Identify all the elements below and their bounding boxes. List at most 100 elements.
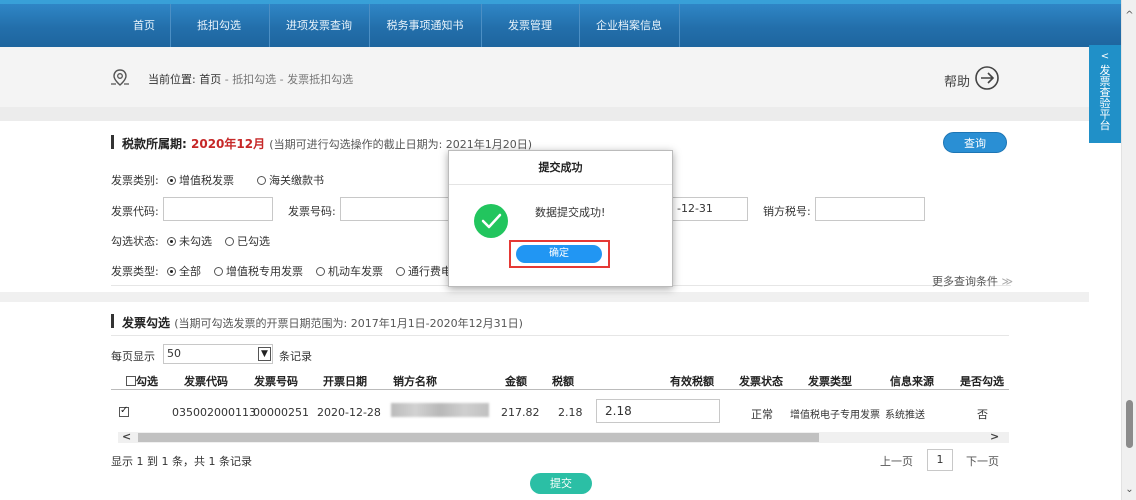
radio-checked[interactable]: 已勾选 [225,233,270,249]
cell-invoice-code: 035002000113 [172,406,256,419]
query-button[interactable]: 查询 [943,132,1007,153]
radio-button[interactable] [396,267,405,276]
radio-unchecked[interactable]: 未勾选 [167,233,212,249]
col-status: 发票状态 [739,375,783,388]
seller-tax-id-input[interactable] [815,197,925,221]
period-label: 税款所属期: [122,137,187,151]
success-dialog: 提交成功 数据提交成功! 确定 [448,150,673,287]
ok-button-highlight: 确定 [509,240,610,268]
check-status-label: 勾选状态: [111,235,159,248]
nav-item-company-profile[interactable]: 企业档案信息 [580,4,678,47]
radio-button[interactable] [167,176,176,185]
table-row[interactable]: 035002000113 00000251 2020-12-28 217.82 … [111,399,1009,425]
dialog-title: 提交成功 [449,151,672,185]
radio-type-vehicle[interactable]: 机动车发票 [316,263,383,279]
radio-label: 已勾选 [237,235,270,248]
radio-button[interactable] [225,237,234,246]
radio-button[interactable] [167,267,176,276]
radio-label: 海关缴款书 [269,174,324,187]
breadcrumb-separator: - [221,73,233,86]
cell-issue-date: 2020-12-28 [317,406,381,419]
double-chevron-down-icon: ≫ [1001,275,1014,288]
radio-label: 全部 [179,265,201,278]
help-link[interactable]: 帮助 [944,71,970,90]
page-number-button[interactable]: 1 [927,449,953,471]
side-tab-label: 发票查验平台 [1099,64,1111,132]
prev-page-button[interactable]: 上一页 [880,453,913,469]
success-check-icon [474,204,508,238]
radio-label: 机动车发票 [328,265,383,278]
invoice-code-input[interactable] [163,197,273,221]
row-checkbox[interactable] [119,405,129,419]
nav-item-home[interactable]: 首页 [120,4,168,47]
scroll-left-icon[interactable]: < [122,430,131,443]
more-conditions-link[interactable]: 更多查询条件 ≫ [932,273,1013,289]
col-tax: 税额 [552,375,574,388]
arrow-right-circle-icon[interactable] [974,65,1000,91]
col-issue-date: 开票日期 [323,375,367,388]
col-invoice-code: 发票代码 [184,375,228,388]
dialog-message: 数据提交成功! [535,206,606,219]
scroll-right-icon[interactable]: > [990,430,999,443]
breadcrumb-separator: - [276,73,288,86]
chevron-down-icon: ▼ [258,347,271,361]
seller-tax-id-label: 销方税号: [763,205,811,218]
radio-vat-invoice[interactable]: 增值税发票 [167,172,234,188]
cell-status: 正常 [751,408,773,421]
breadcrumb-home[interactable]: 首页 [199,73,221,86]
cell-invoice-number: 00000251 [253,406,309,419]
breadcrumb: 当前位置: 首页 - 抵扣勾选 - 发票抵扣勾选 [148,71,353,87]
section-marker [111,314,114,328]
per-page-select[interactable]: 50 ▼ [163,344,273,364]
list-section-title: 发票勾选 (当期可勾选发票的开票日期范围为: 2017年1月1日-2020年12… [122,314,523,331]
checkbox[interactable] [119,405,129,417]
cell-selected: 否 [977,408,988,421]
radio-button[interactable] [257,176,266,185]
nav-divider [679,4,680,47]
col-select[interactable]: 勾选 [126,373,158,389]
valid-tax-input[interactable]: 2.18 [596,399,720,423]
radio-label: 增值税发票 [179,174,234,187]
cell-invoice-type: 增值税电子专用发票 [790,410,880,421]
list-date-range-note: (当期可勾选发票的开票日期范围为: 2017年1月1日-2020年12月31日) [174,317,523,330]
breadcrumb-deduction[interactable]: 抵扣勾选 [232,73,276,86]
cell-amount: 217.82 [501,406,540,419]
radio-button[interactable] [214,267,223,276]
nav-item-invoice-management[interactable]: 发票管理 [482,4,578,47]
more-conditions-label: 更多查询条件 [932,275,998,288]
scroll-up-icon[interactable]: ^ [1124,10,1135,22]
radio-button[interactable] [167,237,176,246]
nav-item-tax-notices[interactable]: 税务事项通知书 [370,4,480,47]
tax-period-value: 2020年12月 [191,137,266,151]
select-all-checkbox[interactable] [126,376,136,386]
section-spacer [0,107,1089,121]
radio-type-vat-special[interactable]: 增值税专用发票 [214,263,303,279]
scroll-thumb[interactable] [1126,400,1133,448]
table-horizontal-scrollbar[interactable]: < > [118,430,1009,443]
cell-source: 系统推送 [885,410,925,421]
location-pin-icon [111,69,129,86]
dialog-ok-button[interactable]: 确定 [516,245,602,263]
next-page-button[interactable]: 下一页 [966,453,999,469]
radio-customs-receipt[interactable]: 海关缴款书 [257,172,324,188]
col-select-label: 勾选 [136,375,158,388]
nav-item-input-invoice-query[interactable]: 进项发票查询 [270,4,368,47]
nav-item-deduction[interactable]: 抵扣勾选 [171,4,267,47]
scroll-down-icon[interactable]: ⌄ [1124,484,1135,496]
list-title: 发票勾选 [122,316,171,330]
radio-type-toll[interactable]: 通行费电 [396,263,452,279]
section-marker [111,135,114,149]
radio-type-all[interactable]: 全部 [167,263,201,279]
submit-button[interactable]: 提交 [530,473,592,494]
per-page-label: 每页显示 [111,350,155,363]
radio-label: 未勾选 [179,235,212,248]
col-amount: 金额 [505,375,527,388]
invoice-category-label: 发票类别: [111,174,159,187]
page-scrollbar[interactable]: ^ ⌄ [1121,0,1136,500]
list-divider [111,335,1009,336]
date-end-input[interactable]: -12-31 [672,197,748,221]
radio-button[interactable] [316,267,325,276]
invoice-verify-side-tab[interactable]: < 发票查验平台 [1089,45,1121,143]
horizontal-scroll-thumb[interactable] [138,433,819,442]
invoice-number-input[interactable] [340,197,450,221]
